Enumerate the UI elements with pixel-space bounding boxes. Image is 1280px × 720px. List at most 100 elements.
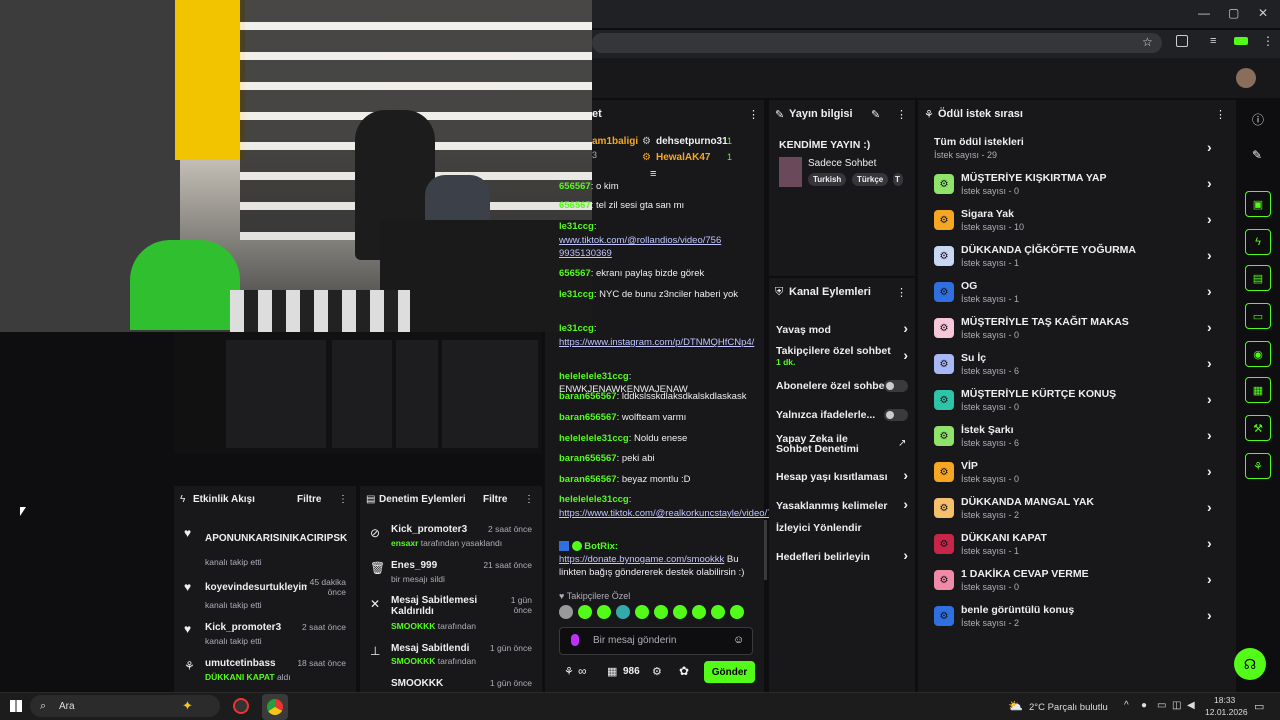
screen-icon[interactable]: ▣ — [1245, 191, 1271, 217]
battery-icon[interactable]: ▭ — [1157, 700, 1166, 711]
broadcast-icon[interactable]: ◉ — [1245, 341, 1271, 367]
tag-more[interactable]: T — [893, 173, 903, 186]
account-age-row[interactable]: Hesap yaşı kısıtlaması › — [776, 467, 908, 483]
reward-item-title[interactable]: DÜKKANDA ÇİĞKÖFTE YOĞURMA — [961, 244, 1136, 256]
reward-item-title[interactable]: benle görüntülü konuş — [961, 604, 1074, 616]
emoji-icon[interactable]: ☺ — [733, 634, 744, 646]
stream-info-menu-icon[interactable]: ⋮ — [896, 108, 907, 121]
reward-item-title[interactable]: Su İç — [961, 352, 986, 364]
emotes-only-toggle[interactable] — [884, 409, 908, 421]
reward-item-title[interactable]: MÜŞTERİYLE KÜRTÇE KONUŞ — [961, 388, 1116, 400]
help-icon[interactable]: ☊ — [1234, 648, 1266, 680]
filter-icon[interactable]: ≡ — [650, 168, 656, 180]
top-user-2[interactable]: dehsetpurno31 — [656, 136, 728, 147]
app-icon[interactable] — [233, 698, 249, 714]
clock-time[interactable]: 18:33 — [1214, 695, 1235, 705]
maximize-button[interactable]: ▢ — [1228, 6, 1239, 20]
minimize-button[interactable]: — — [1198, 6, 1210, 20]
tag-turkish[interactable]: Turkish — [808, 173, 847, 186]
chat-link[interactable]: https://www.instagram.com/p/DTNMQHfCNp4/ — [559, 336, 755, 349]
top-user-1[interactable]: am1baligi — [592, 136, 638, 147]
chevron-right-icon[interactable]: › — [1207, 427, 1212, 443]
info-icon[interactable]: ⓘ — [1252, 111, 1264, 128]
activity-filter-button[interactable]: Filtre — [297, 494, 321, 505]
chevron-right-icon[interactable]: › — [1207, 607, 1212, 623]
chat-menu-icon[interactable]: ⋮ — [748, 108, 759, 121]
user-avatar[interactable] — [1236, 68, 1256, 88]
mic-icon[interactable] — [571, 634, 579, 646]
chevron-right-icon[interactable]: › — [1207, 139, 1212, 155]
bot-link[interactable]: https://donate.bynogame.com/smookkk — [559, 554, 724, 565]
subscribers-only-toggle[interactable] — [884, 380, 908, 392]
chevron-right-icon[interactable]: › — [1207, 319, 1212, 335]
moderation-filter-button[interactable]: Filtre — [483, 494, 507, 505]
reward-item-title[interactable]: MÜŞTERİYLE TAŞ KAĞIT MAKAS — [961, 316, 1129, 328]
notification-icon[interactable]: ▭ — [1254, 700, 1264, 713]
pencil-icon[interactable]: ✎ — [1252, 148, 1262, 162]
activity-menu-icon[interactable]: ⋮ — [338, 494, 348, 505]
tray-chevron-icon[interactable]: ^ — [1124, 700, 1129, 711]
reward-item-title[interactable]: DÜKKANDA MANGAL YAK — [961, 496, 1094, 508]
points-icon[interactable]: ⚘ — [564, 665, 574, 678]
media-icon[interactable]: ≡ — [1210, 35, 1216, 47]
chat-link[interactable]: www.tiktok.com/@rollandios/video/756 993… — [559, 234, 755, 260]
followers-only-row[interactable]: Takipçilere özel sohbet 1 dk. › — [776, 345, 908, 369]
all-rewards-title[interactable]: Tüm ödül istekleri — [934, 136, 1024, 148]
slow-mode-row[interactable]: Yavaş mod › — [776, 320, 908, 336]
reward-item-title[interactable]: DÜKKANI KAPAT — [961, 532, 1047, 544]
volume-icon[interactable]: ◀ — [1187, 700, 1195, 711]
edit-icon[interactable]: ✎ — [871, 108, 880, 121]
stream-video[interactable] — [0, 0, 592, 332]
windows-start-icon[interactable] — [10, 700, 22, 712]
chevron-right-icon[interactable]: › — [1207, 463, 1212, 479]
address-bar[interactable] — [592, 33, 1162, 53]
chevron-right-icon[interactable]: › — [1207, 247, 1212, 263]
reward-item-title[interactable]: OG — [961, 280, 977, 292]
settings-icon[interactable]: ⚙ — [652, 665, 662, 678]
reward-menu-icon[interactable]: ⋮ — [1215, 108, 1226, 121]
external-link-icon[interactable]: ↗ — [898, 438, 906, 449]
document-icon[interactable]: ▤ — [1245, 265, 1271, 291]
reward-item-title[interactable]: Sigara Yak — [961, 208, 1014, 220]
network-icon[interactable]: ◫ — [1172, 700, 1181, 711]
chevron-right-icon[interactable]: › — [1207, 175, 1212, 191]
reward-item-title[interactable]: İstek Şarkı — [961, 424, 1014, 436]
reward-item-title[interactable]: 1 DAKİKA CEVAP VERME — [961, 568, 1089, 580]
tag-turkce[interactable]: Türkçe — [852, 173, 889, 186]
chat-bubble-icon[interactable]: ▭ — [1245, 303, 1271, 329]
microphone-icon[interactable]: ● — [1141, 700, 1147, 711]
channel-actions-menu-icon[interactable]: ⋮ — [896, 286, 907, 299]
reward-item-title[interactable]: VİP — [961, 460, 978, 472]
extensions-icon[interactable] — [1176, 35, 1188, 47]
profile-icon[interactable] — [1234, 37, 1248, 45]
star-icon[interactable]: ☆ — [1142, 35, 1153, 49]
viewer-redirect-row[interactable]: İzleyici Yönlendir — [776, 522, 862, 534]
wrench-rail-icon[interactable]: ⚒ — [1245, 415, 1271, 441]
close-window-button[interactable]: ✕ — [1258, 6, 1268, 20]
top-user-3[interactable]: HewalAK47 — [656, 152, 710, 163]
banned-words-row[interactable]: Yasaklanmış kelimeler › — [776, 496, 908, 512]
chevron-right-icon[interactable]: › — [1207, 499, 1212, 515]
chat-scrollbar[interactable] — [764, 520, 767, 580]
moderation-menu-icon[interactable]: ⋮ — [524, 494, 534, 505]
emote-row[interactable] — [559, 605, 751, 621]
clock-date[interactable]: 12.01.2026 — [1205, 707, 1248, 717]
gift-icon[interactable]: ✿ — [679, 664, 689, 678]
category-thumbnail[interactable] — [779, 157, 802, 187]
set-goals-row[interactable]: Hedefleri belirleyin › — [776, 547, 908, 563]
layout-icon[interactable]: ▦ — [1245, 377, 1271, 403]
chevron-right-icon[interactable]: › — [1207, 283, 1212, 299]
ai-moderation-row[interactable]: Yapay Zeka ile Sohbet Denetimi — [776, 434, 886, 455]
chevron-right-icon[interactable]: › — [1207, 391, 1212, 407]
chevron-right-icon[interactable]: › — [1207, 355, 1212, 371]
bolt-icon[interactable]: ϟ — [1245, 229, 1271, 255]
chevron-right-icon[interactable]: › — [1207, 211, 1212, 227]
chevron-right-icon[interactable]: › — [1207, 571, 1212, 587]
menu-icon[interactable]: ⋮ — [1262, 34, 1274, 48]
chat-link[interactable]: https://www.tiktok.com/@realkorkuncstayl… — [559, 507, 868, 520]
send-button[interactable]: Gönder — [704, 661, 755, 683]
reward-item-title[interactable]: MÜŞTERİYE KIŞKIRTMA YAP — [961, 172, 1106, 184]
chevron-right-icon[interactable]: › — [1207, 535, 1212, 551]
category-name[interactable]: Sadece Sohbet — [808, 158, 876, 169]
rewards-rail-icon[interactable]: ⚘ — [1245, 453, 1271, 479]
